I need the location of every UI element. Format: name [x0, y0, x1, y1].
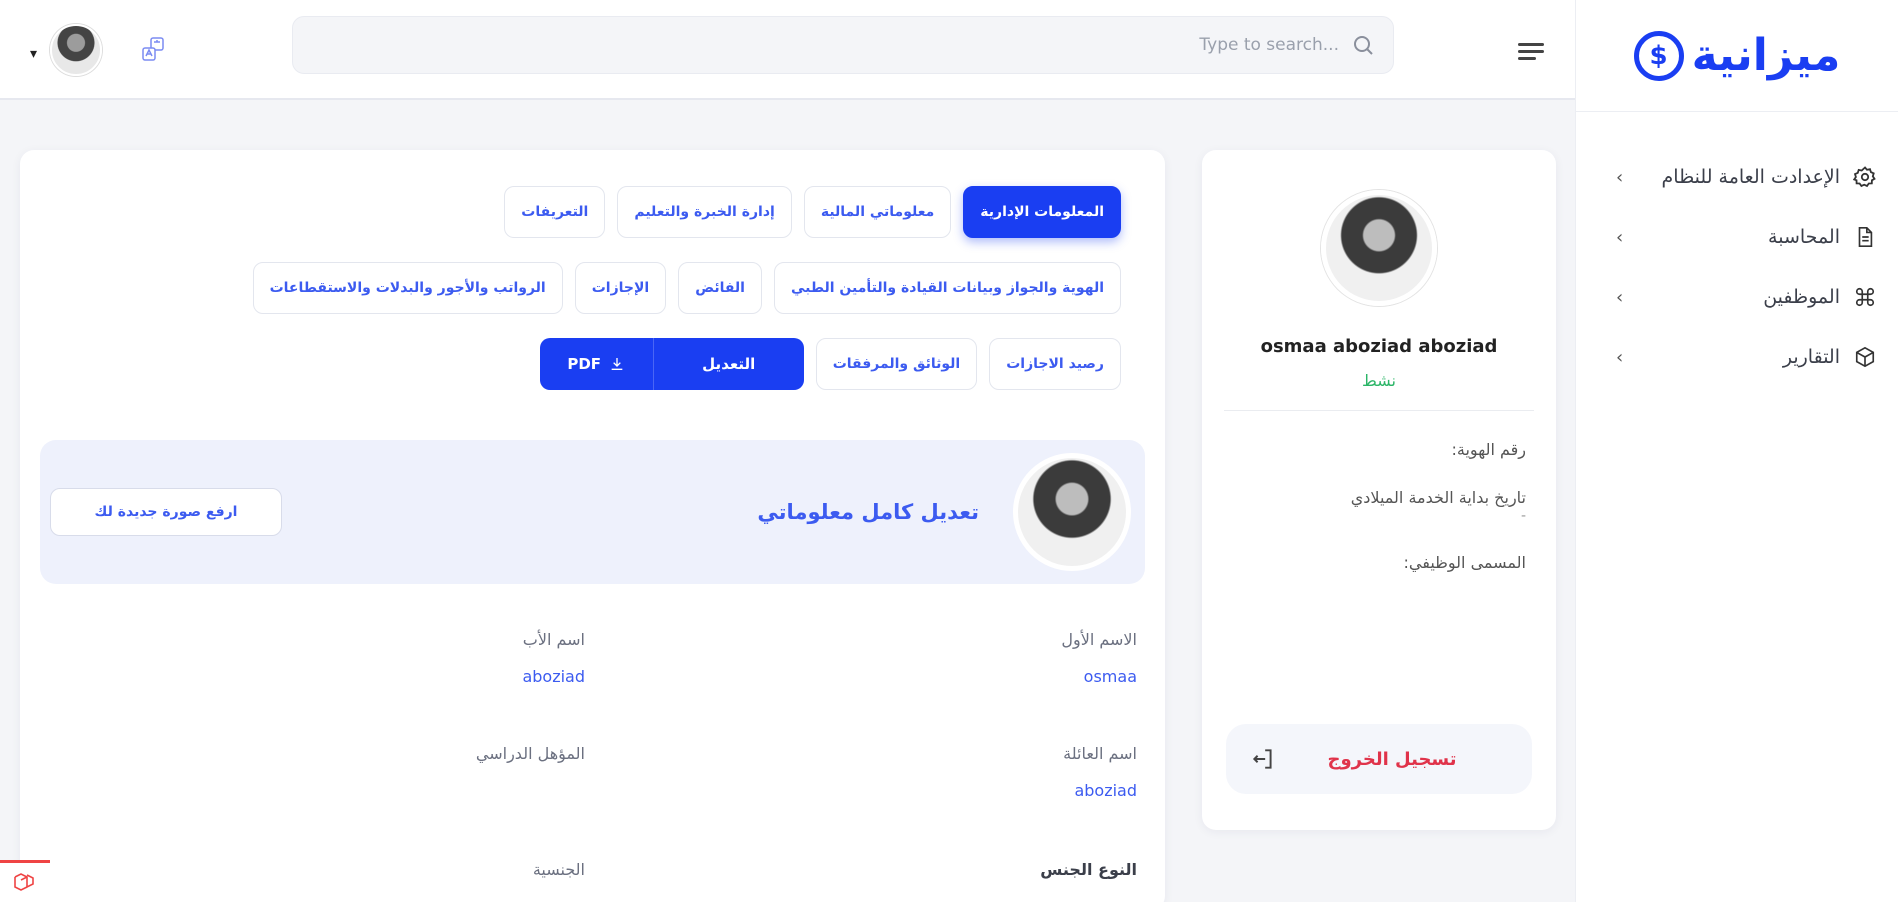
- info-qualification: المؤهل الدراسي: [476, 744, 585, 781]
- info-label: اسم العائلة: [1063, 744, 1137, 763]
- sidebar: ميزانية $ الإعدادت العامة للنظام › المحا…: [1575, 0, 1898, 902]
- info-label: اسم الأب: [522, 630, 585, 649]
- tab-leaves[interactable]: الإجازات: [574, 262, 667, 314]
- chevron-icon: ›: [1616, 346, 1624, 368]
- tab-leave-balance[interactable]: رصيد الاجازات: [989, 338, 1121, 390]
- info-label: الجنسية: [532, 860, 585, 879]
- tab-documents[interactable]: الوثائق والمرفقات: [815, 338, 978, 390]
- info-first-name: الاسم الأول osmaa: [1061, 630, 1137, 686]
- logout-icon: [1252, 749, 1272, 769]
- tab-row-2: الهوية والجواز وبيانات القيادة والتأمين …: [252, 262, 1121, 314]
- info-gender: النوع الجنس: [1040, 860, 1137, 879]
- brand-logo[interactable]: ميزانية $: [1576, 0, 1898, 112]
- profile-edit-banner: تعديل كامل معلوماتي ارفع صورة جديدة لك: [40, 440, 1145, 584]
- brand-name: ميزانية: [1691, 30, 1842, 81]
- profile-card: osmaa aboziad aboziad نشط رقم الهوية: تا…: [1202, 150, 1556, 830]
- gear-icon: [1852, 164, 1878, 190]
- sidebar-item-reports[interactable]: التقارير ›: [1576, 327, 1898, 387]
- command-icon: [1852, 284, 1878, 310]
- menu-toggle-icon[interactable]: [1518, 38, 1544, 64]
- banner-avatar: [1013, 453, 1131, 571]
- sidebar-item-label: التقارير: [1782, 346, 1840, 368]
- field-value: -: [1520, 507, 1526, 524]
- tab-surplus[interactable]: الفائض: [678, 262, 762, 314]
- info-value: aboziad: [1074, 781, 1137, 800]
- pdf-export-button[interactable]: PDF: [539, 338, 654, 390]
- sidebar-menu: الإعدادت العامة للنظام › المحاسبة › المو…: [1576, 147, 1898, 387]
- main-content-card: المعلومات الإدارية معلوماتي المالية إدار…: [20, 150, 1165, 902]
- status-badge: نشط: [1362, 371, 1396, 390]
- chevron-icon: ›: [1616, 226, 1624, 248]
- tab-experience-education[interactable]: إدارة الخبرة والتعليم: [617, 186, 792, 238]
- document-icon: [1852, 224, 1878, 250]
- download-icon: [611, 358, 623, 370]
- search-icon: [1354, 36, 1373, 55]
- pdf-label: PDF: [567, 355, 602, 373]
- action-button-group: التعديل PDF: [539, 338, 804, 390]
- logout-button[interactable]: تسجيل الخروج: [1226, 724, 1532, 794]
- tab-administrative-info[interactable]: المعلومات الإدارية: [963, 186, 1121, 238]
- chevron-down-icon[interactable]: ▾: [30, 46, 37, 62]
- sidebar-item-label: الإعدادت العامة للنظام: [1661, 166, 1840, 188]
- sidebar-item-label: الموظفين: [1763, 286, 1840, 308]
- user-avatar[interactable]: [50, 24, 102, 76]
- tab-id-passport-insurance[interactable]: الهوية والجواز وبيانات القيادة والتأمين …: [773, 262, 1121, 314]
- sidebar-item-label: المحاسبة: [1768, 226, 1840, 248]
- chevron-icon: ›: [1616, 166, 1624, 188]
- info-father-name: اسم الأب aboziad: [522, 630, 585, 686]
- banner-title[interactable]: تعديل كامل معلوماتي: [282, 500, 979, 524]
- profile-field-job-title: المسمى الوظيفي:: [1232, 552, 1526, 572]
- tab-definitions[interactable]: التعريفات: [504, 186, 606, 238]
- chevron-icon: ›: [1616, 286, 1624, 308]
- upload-photo-button[interactable]: ارفع صورة جديدة لك: [50, 488, 282, 536]
- info-label: الاسم الأول: [1061, 630, 1137, 649]
- tab-row-3: رصيد الاجازات الوثائق والمرفقات التعديل …: [539, 338, 1121, 390]
- sidebar-item-employees[interactable]: الموظفين ›: [1576, 267, 1898, 327]
- tab-financial-info[interactable]: معلوماتي المالية: [803, 186, 952, 238]
- info-label: النوع الجنس: [1040, 860, 1137, 879]
- info-value: osmaa: [1083, 667, 1137, 686]
- top-header: ▾: [0, 0, 1575, 100]
- info-value: aboziad: [522, 667, 585, 686]
- translate-icon[interactable]: [138, 34, 168, 64]
- logout-label: تسجيل الخروج: [1327, 748, 1457, 770]
- field-label: تاريخ بداية الخدمة الميلادي: [1350, 488, 1526, 508]
- info-family-name: اسم العائلة aboziad: [1063, 744, 1137, 800]
- field-label: المسمى الوظيفي:: [1403, 552, 1526, 572]
- profile-field-service-start: تاريخ بداية الخدمة الميلادي -: [1232, 488, 1526, 524]
- tab-row-1: المعلومات الإدارية معلوماتي المالية إدار…: [504, 186, 1121, 238]
- info-nationality: الجنسية: [533, 860, 585, 879]
- edit-button[interactable]: التعديل: [653, 338, 804, 390]
- profile-field-id-number: رقم الهوية:: [1232, 440, 1527, 459]
- sidebar-item-system-settings[interactable]: الإعدادت العامة للنظام ›: [1576, 147, 1898, 207]
- profile-avatar: [1321, 190, 1437, 306]
- debug-badge[interactable]: [0, 860, 50, 902]
- search-input[interactable]: [311, 35, 1339, 55]
- profile-name: osmaa aboziad aboziad: [1260, 336, 1498, 357]
- search-bar[interactable]: [292, 16, 1394, 74]
- coin-icon: $: [1633, 30, 1684, 81]
- field-label: رقم الهوية:: [1451, 440, 1527, 459]
- cube-icon: [1852, 344, 1878, 370]
- tab-salaries-allowances[interactable]: الرواتب والأجور والبدلات والاستقطاعات: [252, 262, 563, 314]
- info-label: المؤهل الدراسي: [475, 744, 585, 763]
- divider: [1224, 410, 1534, 411]
- laravel-icon: [14, 872, 34, 891]
- sidebar-item-accounting[interactable]: المحاسبة ›: [1576, 207, 1898, 267]
